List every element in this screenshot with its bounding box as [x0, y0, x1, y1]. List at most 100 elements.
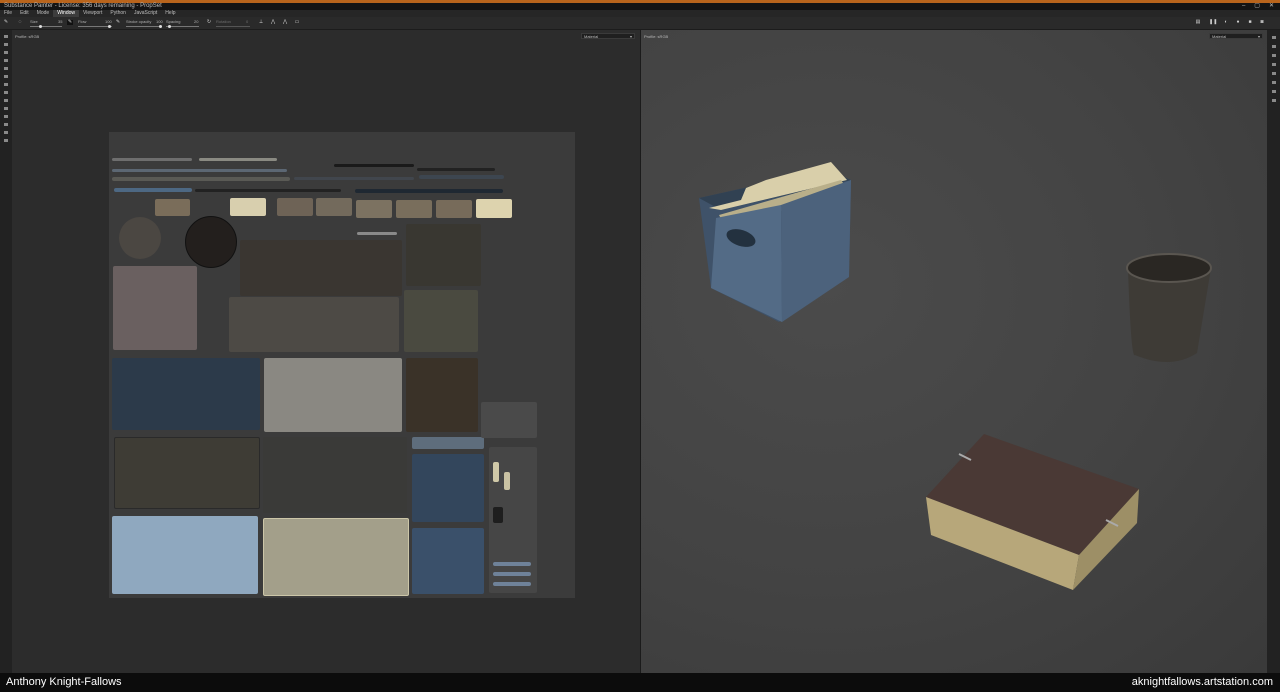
stroke-opacity-slider-handle[interactable] [159, 25, 162, 28]
uv-strip [355, 189, 503, 193]
history-icon[interactable] [1272, 81, 1276, 84]
smudge-tool-icon[interactable] [4, 67, 8, 70]
stroke-opacity-value[interactable]: 100 [156, 19, 163, 24]
2d-profile-label: Profile: sRGB [15, 34, 40, 39]
uv-tile [396, 200, 432, 218]
mirror-icon[interactable]: ⋀ [282, 20, 288, 25]
credit-footer: Anthony Knight-Fallows aknightfallows.ar… [0, 673, 1280, 692]
author-name: Anthony Knight-Fallows [6, 676, 122, 688]
layer-tool-icon[interactable] [4, 115, 8, 118]
uv-crate-end-blue [412, 454, 484, 522]
camera-icon[interactable]: ◙ [1259, 20, 1265, 25]
uv-strip [199, 158, 277, 161]
stroke-opacity-label: Stroke opacity [126, 19, 152, 24]
paint-tool-icon[interactable] [4, 35, 8, 38]
uv-bucket-base [119, 217, 161, 259]
uv-crate-side [404, 290, 478, 352]
split-view-icon[interactable]: ◐ [1223, 20, 1229, 25]
menu-mode[interactable]: Mode [33, 10, 54, 17]
uv-strip [114, 188, 192, 192]
uv-tile [476, 199, 512, 218]
text-tool-icon[interactable] [4, 99, 8, 102]
uv-crate-end-blue [412, 528, 484, 594]
render-icon[interactable]: ● [1235, 20, 1241, 25]
rotation-label: Rotation [216, 19, 231, 24]
flow-slider[interactable] [78, 26, 112, 27]
settings-icon[interactable] [4, 139, 8, 142]
log-icon[interactable] [1272, 90, 1276, 93]
flow-slider-handle[interactable] [108, 25, 111, 28]
2d-channel-select[interactable]: Material ▾ [581, 33, 635, 39]
rotation-icon[interactable]: ↻ [206, 20, 212, 25]
stroke-opacity-slider[interactable] [126, 26, 162, 27]
menu-file[interactable]: File [0, 10, 16, 17]
maximize-button[interactable]: ▢ [1254, 3, 1260, 10]
lazy-mouse-icon[interactable]: ◌ [17, 20, 23, 25]
uv-strip [112, 158, 192, 161]
display-settings-icon[interactable]: ▤ [1195, 20, 1201, 25]
flow-value[interactable]: 100 [105, 19, 112, 24]
geometry-decal-icon[interactable] [4, 91, 8, 94]
clone-tool-icon[interactable] [4, 75, 8, 78]
shelf-icon[interactable] [1272, 72, 1276, 75]
uv-tile [436, 200, 472, 218]
title-bar: Substance Painter - License: 356 days re… [0, 3, 1280, 10]
bake-tool-icon[interactable] [4, 107, 8, 110]
uv-lid-side [263, 437, 407, 513]
symmetry-icon[interactable]: ⋀ [270, 20, 276, 25]
close-button[interactable]: ✕ [1269, 3, 1274, 10]
menu-bar: File Edit Mode Window Viewport Python Ja… [0, 10, 1280, 17]
chevron-down-icon: ▾ [629, 34, 632, 39]
pause-icon[interactable]: ❚❚ [1209, 20, 1217, 25]
color-picker-icon[interactable] [4, 83, 8, 86]
uv-strip [195, 189, 341, 192]
menu-help[interactable]: Help [161, 10, 179, 17]
pen-pressure-icon[interactable]: ✎ [67, 20, 73, 25]
layers-icon[interactable] [1272, 45, 1276, 48]
size-value[interactable]: 35 [58, 19, 62, 24]
menu-python[interactable]: Python [106, 10, 130, 17]
crate-model [699, 162, 851, 322]
polygon-fill-icon[interactable] [4, 59, 8, 62]
uv-small-part [504, 472, 510, 490]
menu-edit[interactable]: Edit [16, 10, 33, 17]
uv-crate-panel [240, 240, 402, 296]
uv-small-part [493, 462, 499, 482]
spacing-label: Spacing [166, 19, 181, 24]
record-icon[interactable]: ■ [1247, 20, 1253, 25]
menu-javascript[interactable]: JavaScript [130, 10, 161, 17]
properties-icon[interactable] [1272, 54, 1276, 57]
uv-small-part [493, 562, 531, 566]
uv-small-part [493, 507, 503, 523]
minimize-button[interactable]: – [1242, 3, 1245, 10]
align-icon[interactable]: ⟂ [258, 20, 264, 25]
size-slider[interactable] [30, 26, 62, 27]
uv-crate-side-blue [112, 516, 258, 594]
export-icon[interactable] [4, 131, 8, 134]
bake-icon[interactable] [1272, 99, 1276, 102]
rotation-value[interactable]: 0 [246, 19, 248, 24]
mask-tool-icon[interactable] [4, 123, 8, 126]
portfolio-url[interactable]: aknightfallows.artstation.com [1132, 673, 1273, 692]
projection-tool-icon[interactable] [4, 51, 8, 54]
menu-window[interactable]: Window [53, 10, 79, 17]
brush-icon[interactable]: ✎ [3, 20, 9, 25]
menu-viewport[interactable]: Viewport [79, 10, 106, 17]
spacing-value[interactable]: 20 [194, 19, 198, 24]
uv-strip [334, 164, 414, 167]
texture-set-list-icon[interactable] [1272, 36, 1276, 39]
window-title: Substance Painter - License: 356 days re… [4, 3, 162, 9]
spacing-slider-handle[interactable] [168, 25, 171, 28]
stencil-icon[interactable]: ▭ [294, 20, 300, 25]
uv-bucket-lid [185, 216, 237, 268]
flow-pressure-icon[interactable]: ✎ [115, 20, 121, 25]
rotation-slider[interactable] [216, 26, 250, 27]
uv-small-part [493, 572, 531, 576]
eraser-tool-icon[interactable] [4, 43, 8, 46]
uv-tile [356, 200, 392, 218]
3d-viewport[interactable]: Profile: sRGB Material ▾ [641, 30, 1267, 673]
uv-crate-interior [114, 437, 260, 509]
uv-2d-viewport[interactable]: Profile: sRGB Material ▾ [12, 30, 640, 673]
display-settings-icon[interactable] [1272, 63, 1276, 66]
size-slider-handle[interactable] [39, 25, 42, 28]
